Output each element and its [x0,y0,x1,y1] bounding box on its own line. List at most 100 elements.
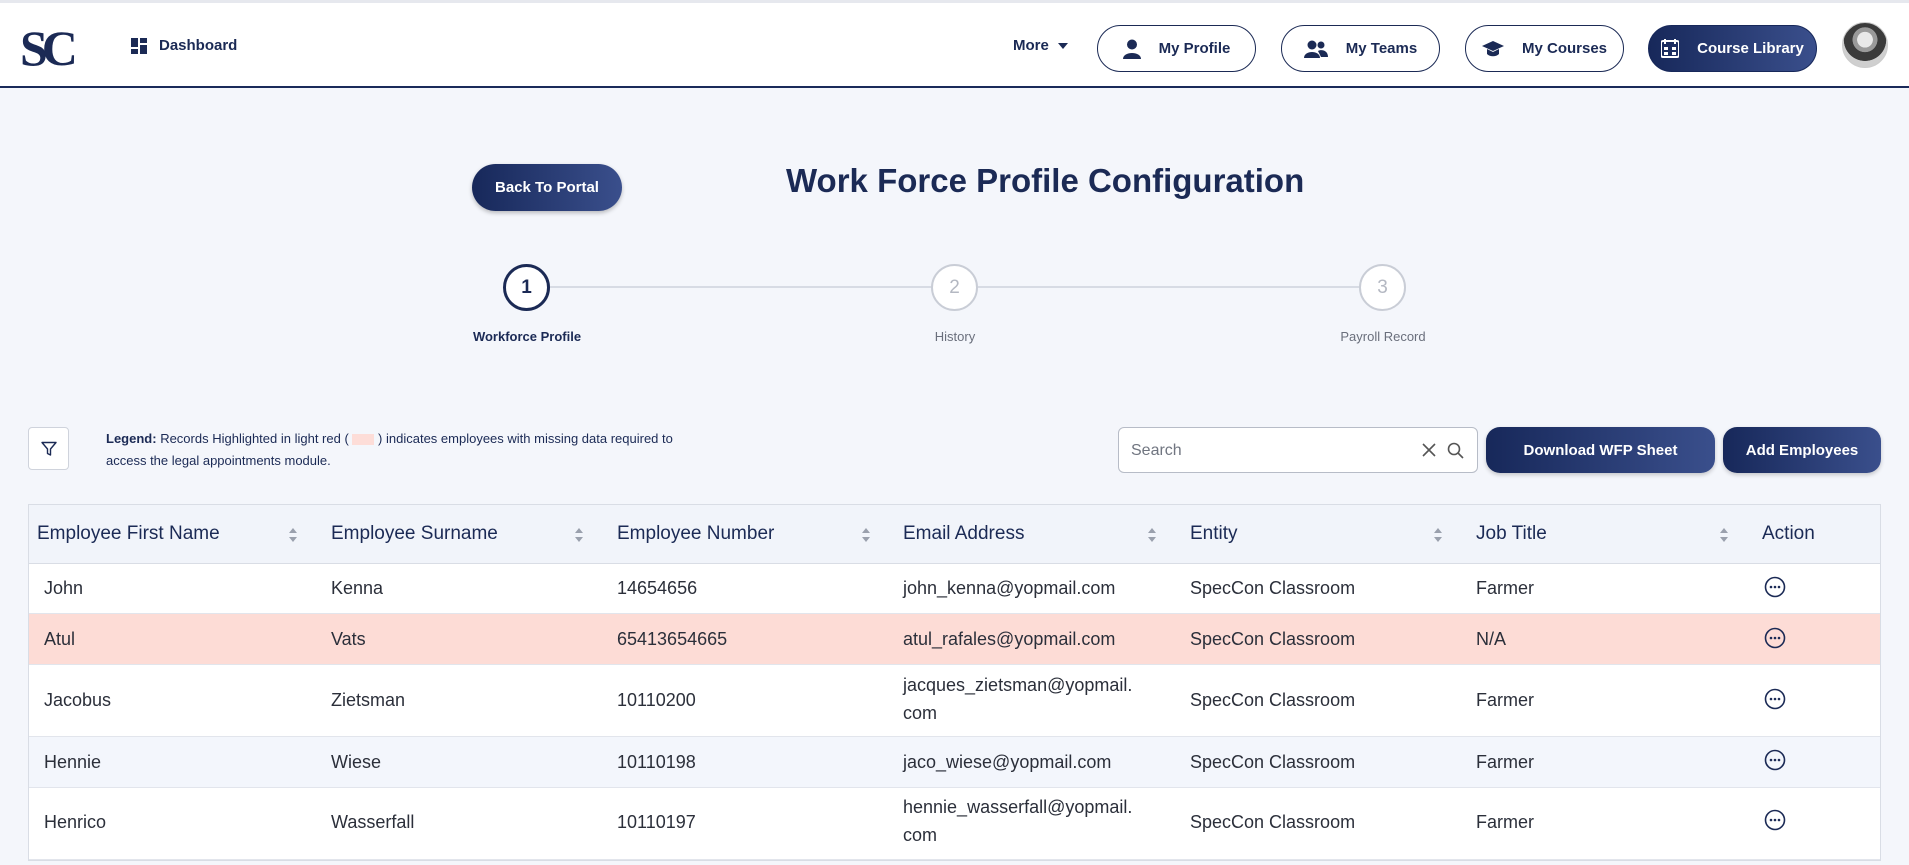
column-header-first-name[interactable]: Employee First Name [37,523,220,545]
cell-entity: SpecCon Classroom [1190,812,1356,832]
sort-icon[interactable] [288,527,298,543]
sort-icon[interactable] [574,527,584,543]
step-2-label: History [934,329,976,344]
cell-job-title: Farmer [1476,752,1534,772]
my-courses-label: My Courses [1521,40,1608,57]
user-icon [1122,39,1141,59]
cell-employee-number: 14654656 [617,578,698,598]
cell-employee-number: 65413654665 [617,629,728,649]
cell-entity: SpecCon Classroom [1190,752,1356,772]
cell-email-line-2: com [903,825,938,845]
filter-button[interactable] [28,427,69,470]
step-3-circle[interactable]: 3 [1359,264,1406,311]
step-1-circle[interactable]: 1 [503,264,550,311]
cell-job-title: Farmer [1476,578,1534,598]
my-teams-button[interactable]: My Teams [1281,25,1440,72]
cell-first-name: Jacobus [44,690,112,710]
my-profile-label: My Profile [1158,40,1231,57]
column-header-email[interactable]: Email Address [903,523,1024,545]
add-employees-button[interactable]: Add Employees [1723,427,1881,473]
stepper-connector [978,286,1360,288]
course-library-label: Course Library [1697,40,1804,57]
cell-email-line-1: jacques_zietsman@yopmail. [903,675,1133,695]
sort-icon[interactable] [1719,527,1729,543]
dashboard-label: Dashboard [159,37,238,54]
search-box [1118,427,1478,473]
more-label: More [1013,37,1049,54]
legend-title: Legend: [106,431,157,446]
more-options-icon[interactable] [1764,749,1786,771]
cell-first-name: John [44,578,84,598]
cell-first-name: Atul [44,629,76,649]
svg-text:SC: SC [20,23,75,69]
more-options-icon[interactable] [1764,576,1786,598]
step-1-label: Workforce Profile [472,329,582,344]
sort-icon[interactable] [861,527,871,543]
avatar[interactable] [1842,22,1888,68]
cell-surname: Kenna [331,578,384,598]
download-wfp-button[interactable]: Download WFP Sheet [1486,427,1715,473]
cell-job-title: N/A [1476,629,1507,649]
column-header-entity[interactable]: Entity [1190,523,1238,545]
cell-employee-number: 10110200 [617,690,696,710]
column-header-action: Action [1762,523,1815,544]
cell-job-title: Farmer [1476,690,1534,710]
cell-first-name: Hennie [44,752,102,772]
table-row[interactable]: John Kenna 14654656 john_kenna@yopmail.c… [29,564,1880,614]
caret-down-icon [1057,42,1068,49]
table-header: Employee First Name Employee Surname Emp… [29,505,1880,564]
cell-entity: SpecCon Classroom [1190,690,1356,710]
cell-entity: SpecCon Classroom [1190,629,1356,649]
graduation-cap-icon [1481,40,1504,56]
cell-employee-number: 10110197 [617,812,696,832]
cell-surname: Wasserfall [331,812,415,832]
my-courses-button[interactable]: My Courses [1465,25,1624,72]
table-row[interactable]: Jacobus Zietsman 10110200 jacques_zietsm… [29,665,1880,737]
dashboard-link[interactable]: Dashboard [131,37,237,54]
logo[interactable]: SC [20,23,96,69]
filter-icon [40,441,57,456]
cell-surname: Zietsman [331,690,406,710]
clear-icon[interactable] [1422,443,1436,457]
cell-entity: SpecCon Classroom [1190,578,1356,598]
cell-surname: Vats [331,629,366,649]
cell-email: jaco_wiese@yopmail.com [903,752,1112,772]
more-options-icon[interactable] [1764,688,1786,710]
cell-surname: Wiese [331,752,382,772]
column-header-job-title[interactable]: Job Title [1476,523,1547,545]
employee-table: Employee First Name Employee Surname Emp… [28,504,1881,861]
search-icon[interactable] [1447,442,1464,459]
column-header-surname[interactable]: Employee Surname [331,523,498,545]
more-menu[interactable]: More [1013,37,1069,54]
dashboard-icon [131,37,147,54]
cell-email: john_kenna@yopmail.com [903,578,1116,598]
users-icon [1303,40,1328,58]
cell-email: atul_rafales@yopmail.com [903,629,1116,649]
more-options-icon[interactable] [1764,627,1786,649]
legend-text-before: Records Highlighted in light red ( [160,431,349,446]
my-profile-button[interactable]: My Profile [1097,25,1256,72]
table-row[interactable]: Henrico Wasserfall 10110197 hennie_wasse… [29,788,1880,860]
search-input[interactable] [1131,438,1411,464]
cell-email-line-1: hennie_wasserfall@yopmail. [903,797,1133,817]
cell-employee-number: 10110198 [617,752,696,772]
page-title: Work Force Profile Configuration [786,162,1305,199]
cell-email-line-2: com [903,703,938,723]
sort-icon[interactable] [1147,527,1157,543]
table-row[interactable]: Hennie Wiese 10110198 jaco_wiese@yopmail… [29,737,1880,788]
top-navbar: SC Dashboard More My Profile My Teams My… [0,0,1909,88]
table-row-highlighted[interactable]: Atul Vats 65413654665 atul_rafales@yopma… [29,614,1880,665]
my-teams-label: My Teams [1345,40,1418,57]
legend-highlight-swatch [352,434,375,446]
column-header-employee-number[interactable]: Employee Number [617,523,774,545]
step-3-label: Payroll Record [1340,329,1426,344]
cell-first-name: Henrico [44,812,107,832]
back-to-portal-button[interactable]: Back To Portal [472,164,622,211]
step-2-circle[interactable]: 2 [931,264,978,311]
legend: Legend: Records Highlighted in light red… [106,428,706,472]
cell-job-title: Farmer [1476,812,1534,832]
course-library-button[interactable]: Course Library [1648,25,1817,72]
library-icon [1661,38,1680,58]
sort-icon[interactable] [1433,527,1443,543]
more-options-icon[interactable] [1764,809,1786,831]
